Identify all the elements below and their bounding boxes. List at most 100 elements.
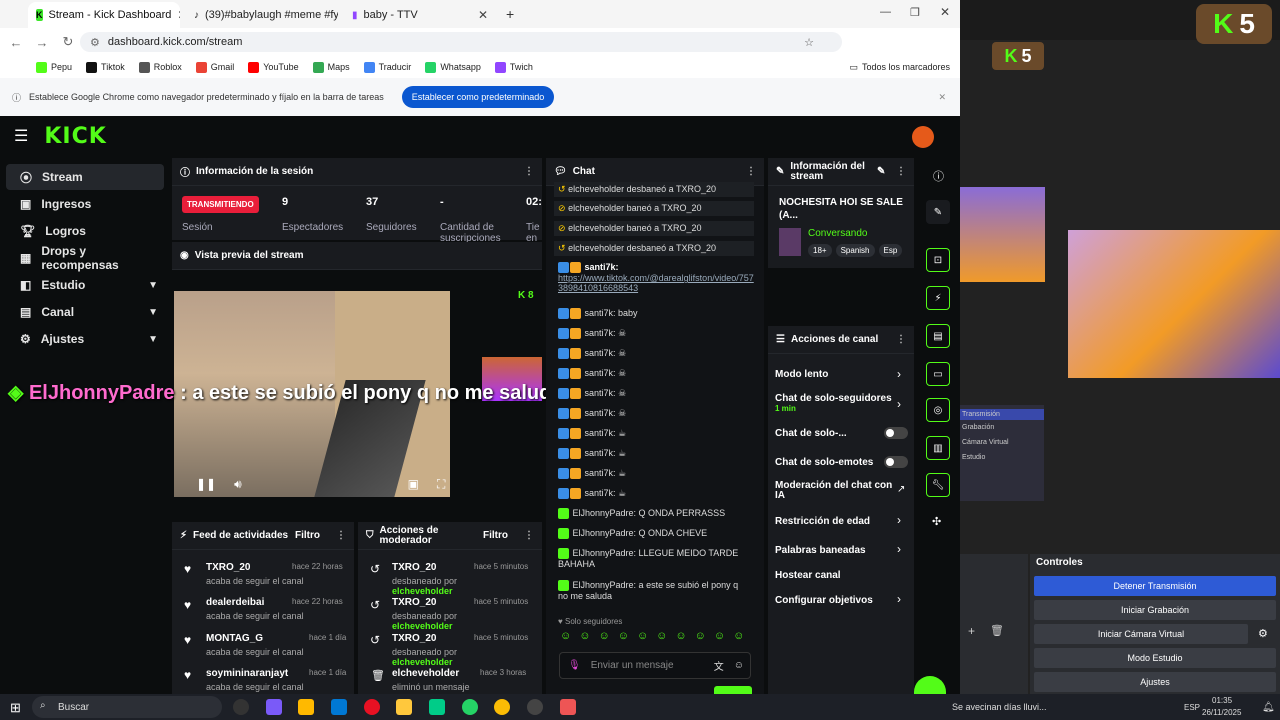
chevron-right-icon[interactable]: ›	[897, 513, 901, 527]
more-icon[interactable]: ⋮	[524, 166, 534, 177]
set-default-button[interactable]: Establecer como predeterminado	[401, 86, 555, 108]
goals-action[interactable]: Configurar objetivos	[775, 595, 873, 606]
emote-icon[interactable]: ☺	[695, 630, 706, 646]
sidebar-item-logros[interactable]: 🏆︎ Logros	[6, 218, 164, 244]
more-icon[interactable]: ⋮	[746, 166, 756, 177]
weather-text[interactable]: Se avecinan días lluvi...	[952, 702, 1047, 712]
close-icon[interactable]: ✕	[478, 8, 488, 22]
chat-link[interactable]: https://www.tiktok.com/@darealglifston/v…	[558, 273, 754, 293]
filter-button[interactable]: Filtro	[483, 530, 508, 541]
kick-logo[interactable]: KICK	[44, 124, 106, 149]
scan-icon[interactable]: ⊡	[926, 248, 950, 272]
reload-icon[interactable]: ↻	[60, 34, 76, 50]
ai-moderation-action[interactable]: Moderación del chat con IA	[775, 481, 893, 501]
sidebar-item-ingresos[interactable]: ▣ Ingresos	[6, 191, 164, 217]
chat-username[interactable]: santi7k:	[585, 368, 616, 378]
back-icon[interactable]: ←	[8, 35, 24, 50]
gear-icon[interactable]: ⚙	[1258, 627, 1268, 640]
site-info-icon[interactable]: ⚙	[90, 36, 100, 49]
taskbar-search[interactable]: ⌕ Buscar	[32, 696, 222, 718]
app-icon[interactable]	[560, 699, 576, 715]
host-channel-action[interactable]: Hostear canal	[775, 570, 841, 581]
pause-icon[interactable]: ❚❚	[196, 477, 216, 491]
language-indicator[interactable]: ESP	[1184, 703, 1200, 712]
slow-mode-action[interactable]: Modo lento	[775, 369, 828, 380]
pip-icon[interactable]: ▣	[408, 477, 419, 491]
wrench-icon[interactable]: 🔧︎	[926, 473, 950, 497]
trash-icon[interactable]: 🗑︎	[990, 624, 1004, 637]
edit-icon[interactable]: ✎	[926, 200, 950, 224]
chevron-right-icon[interactable]: ›	[897, 367, 901, 381]
scene-item[interactable]: Estudio	[960, 450, 1044, 465]
chat-username[interactable]: santi7k:	[585, 448, 616, 458]
followers-only-action[interactable]: Chat de solo-seguidores 1 min	[775, 393, 892, 413]
emote-icon[interactable]: ☺	[714, 630, 725, 646]
send-button[interactable]	[714, 686, 752, 694]
studio-mode-button[interactable]: Modo Estudio	[1034, 648, 1276, 668]
emote-icon[interactable]: ☺	[618, 630, 629, 646]
avatar[interactable]	[912, 126, 934, 148]
bookmark-gmail[interactable]: Gmail	[195, 61, 234, 73]
obs-icon[interactable]	[527, 699, 543, 715]
chat-input[interactable]: 🎙︎ Enviar un mensaje 文 ☺	[559, 652, 751, 679]
chat-username[interactable]: santi7k:	[585, 428, 616, 438]
emote-icon[interactable]: ☺	[579, 630, 590, 646]
chevron-right-icon[interactable]: ›	[897, 397, 901, 411]
sidebar-item-drops[interactable]: ▦ Drops y recompensas	[6, 244, 164, 272]
scene-item[interactable]: Grabación	[960, 420, 1044, 435]
emote-icon[interactable]: ☺	[656, 630, 667, 646]
maximize-button[interactable]: ❐	[910, 6, 920, 19]
chat-username[interactable]: santi7k:	[585, 388, 616, 398]
chat-username[interactable]: santi7k:	[585, 408, 616, 418]
all-bookmarks[interactable]: ▭ Todos los marcadores	[849, 62, 950, 73]
fullscreen-icon[interactable]: ⛶	[437, 477, 445, 492]
forward-icon[interactable]: →	[34, 35, 50, 50]
copilot-icon[interactable]	[266, 699, 282, 715]
minimize-button[interactable]: —	[880, 6, 891, 18]
chat-username[interactable]: santi7k:	[585, 348, 616, 358]
stop-stream-button[interactable]: Detener Transmisión	[1034, 576, 1276, 596]
address-bar[interactable]: ⚙ dashboard.kick.com/stream ☆	[80, 32, 842, 52]
task-view-icon[interactable]	[233, 699, 249, 715]
bookmark-maps[interactable]: Maps	[312, 61, 350, 73]
windows-start-icon[interactable]: ⊞	[10, 700, 21, 716]
sidebar-item-ajustes[interactable]: ⚙ Ajustes ▼	[6, 326, 164, 352]
more-icon[interactable]: ⋮	[336, 530, 346, 541]
bookmark-youtube[interactable]: YouTube	[248, 61, 299, 73]
tag[interactable]: Esp	[878, 244, 903, 257]
bookmark-twich[interactable]: Twich	[494, 61, 533, 73]
chat-username[interactable]: santi7k:	[585, 468, 616, 478]
chat-username[interactable]: santi7k:	[585, 328, 616, 338]
bolt-icon[interactable]: ⚡︎	[926, 286, 950, 310]
external-link-icon[interactable]: ↗	[897, 484, 905, 495]
start-virtual-camera-button[interactable]: Iniciar Cámara Virtual	[1034, 624, 1248, 644]
close-window-button[interactable]: ✕	[940, 5, 950, 19]
menu-icon[interactable]: ☰	[14, 126, 28, 146]
new-tab-button[interactable]: +	[506, 6, 514, 22]
opera-icon[interactable]	[364, 699, 380, 715]
sidebar-item-canal[interactable]: ▤ Canal ▼	[6, 299, 164, 325]
chat-username[interactable]: santi7k:	[585, 262, 619, 272]
clock-time[interactable]: 01:35	[1212, 696, 1232, 705]
bookmark-tiktok[interactable]: Tiktok	[86, 61, 125, 73]
microphone-icon[interactable]: 🎙︎	[568, 660, 581, 671]
scene-item[interactable]: Cámara Virtual	[960, 435, 1044, 450]
info-icon[interactable]: ⓘ	[933, 168, 944, 184]
category-thumbnail[interactable]	[779, 228, 801, 256]
broadcast-icon[interactable]: ◎	[926, 398, 950, 422]
chevron-right-icon[interactable]: ›	[897, 542, 901, 556]
sidebar-item-stream[interactable]: ⦿ Stream	[6, 164, 164, 190]
notification-icon[interactable]: 🔔︎	[1262, 702, 1275, 713]
bookmark-roblox[interactable]: Roblox	[138, 61, 182, 73]
translate-icon[interactable]: 文	[714, 658, 724, 673]
tab-kick-dashboard[interactable]: K Stream - Kick Dashboard ✕	[28, 2, 180, 28]
tab-twitch[interactable]: ▮ baby - TTV ✕	[344, 2, 496, 28]
whatsapp-icon[interactable]	[462, 699, 478, 715]
bookmark-traducir[interactable]: Traducir	[363, 61, 411, 73]
more-icon[interactable]: ⋮	[896, 334, 906, 345]
layers-icon[interactable]: ▥	[926, 436, 950, 460]
mail-icon[interactable]	[331, 699, 347, 715]
scene-item[interactable]: Transmisión	[960, 409, 1044, 420]
close-icon[interactable]: ✕	[177, 8, 180, 22]
add-icon[interactable]: +	[968, 624, 975, 638]
